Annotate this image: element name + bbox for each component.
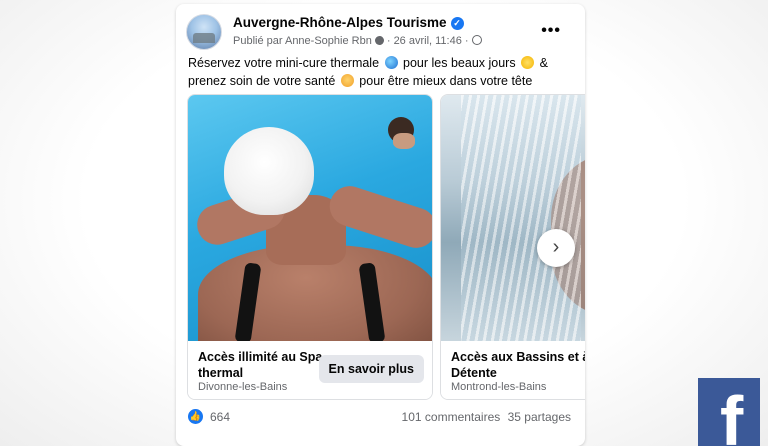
carousel-next-arrow-icon[interactable]: › [537, 229, 575, 267]
ad-carousel: Accès illimité au Spa thermal Divonne-le… [187, 94, 585, 400]
sun-emoji-icon [521, 56, 535, 69]
page-avatar[interactable] [186, 14, 222, 50]
carousel-card[interactable]: Accès illimité au Spa thermal Divonne-le… [187, 94, 433, 400]
post-text-segment: prenez soin de votre santé [188, 74, 336, 88]
post-footer: 👍 664 101 commentaires 35 partages [188, 408, 571, 430]
carousel-card-caption: Accès illimité au Spa thermal Divonne-le… [188, 341, 432, 399]
post-text-segment: & [539, 56, 548, 70]
wave-emoji-icon [384, 56, 398, 69]
white-swim-cap [224, 127, 314, 215]
globe-icon [471, 35, 482, 45]
water-spray [461, 95, 581, 341]
carousel-card-title[interactable]: Accès aux Bassins et à l'Espace Détente [451, 349, 585, 381]
like-count[interactable]: 664 [210, 410, 230, 424]
swimmer-photo[interactable] [188, 95, 432, 355]
comments-count[interactable]: 101 commentaires [402, 410, 501, 424]
post-header: Auvergne-Rhône-Alpes Tourisme ✓ Publié pa… [186, 14, 575, 56]
post-text-segment: Réservez votre mini-cure thermale [188, 56, 380, 70]
water-jet-photo[interactable] [441, 95, 585, 341]
carousel-card-caption: Accès aux Bassins et à l'Espace Détente … [441, 341, 585, 399]
facebook-logo-letter: f [720, 382, 744, 446]
carousel-card-title[interactable]: Accès illimité au Spa thermal [198, 349, 328, 381]
background-swimmer-face [393, 133, 415, 149]
post-text-segment: pour les beaux jours [403, 56, 516, 70]
post-date-link[interactable]: 26 avril, 11:46 [394, 35, 462, 47]
engagement-stats: 101 commentaires 35 partages [402, 410, 571, 424]
page-name-link[interactable]: Auvergne-Rhône-Alpes Tourisme [233, 15, 447, 30]
page-name-row: Auvergne-Rhône-Alpes Tourisme ✓ [233, 15, 464, 30]
post-text-segment: pour être mieux dans votre tête [359, 74, 533, 88]
carousel-card-subtitle: Divonne-les-Bains [198, 381, 288, 393]
published-by-text: Publié par Anne-Sophie Rbn [233, 35, 372, 47]
post-meta: Publié par Anne-Sophie Rbn · 26 avril, 11… [233, 35, 482, 47]
facebook-post-card: Auvergne-Rhône-Alpes Tourisme ✓ Publié pa… [176, 4, 585, 446]
facebook-logo-icon: f [698, 378, 760, 446]
post-text: Réservez votre mini-cure thermale pour l… [188, 54, 578, 90]
info-icon [374, 36, 384, 45]
learn-more-button[interactable]: En savoir plus [318, 355, 424, 383]
thumbs-up-icon: 👍 [188, 409, 203, 424]
carousel-card-subtitle: Montrond-les-Bains [451, 381, 547, 393]
more-options-button[interactable]: ••• [541, 22, 561, 40]
verified-badge-icon: ✓ [450, 17, 464, 30]
smiling-face-hearts-emoji-icon [340, 74, 354, 87]
shares-count[interactable]: 35 partages [508, 410, 571, 424]
